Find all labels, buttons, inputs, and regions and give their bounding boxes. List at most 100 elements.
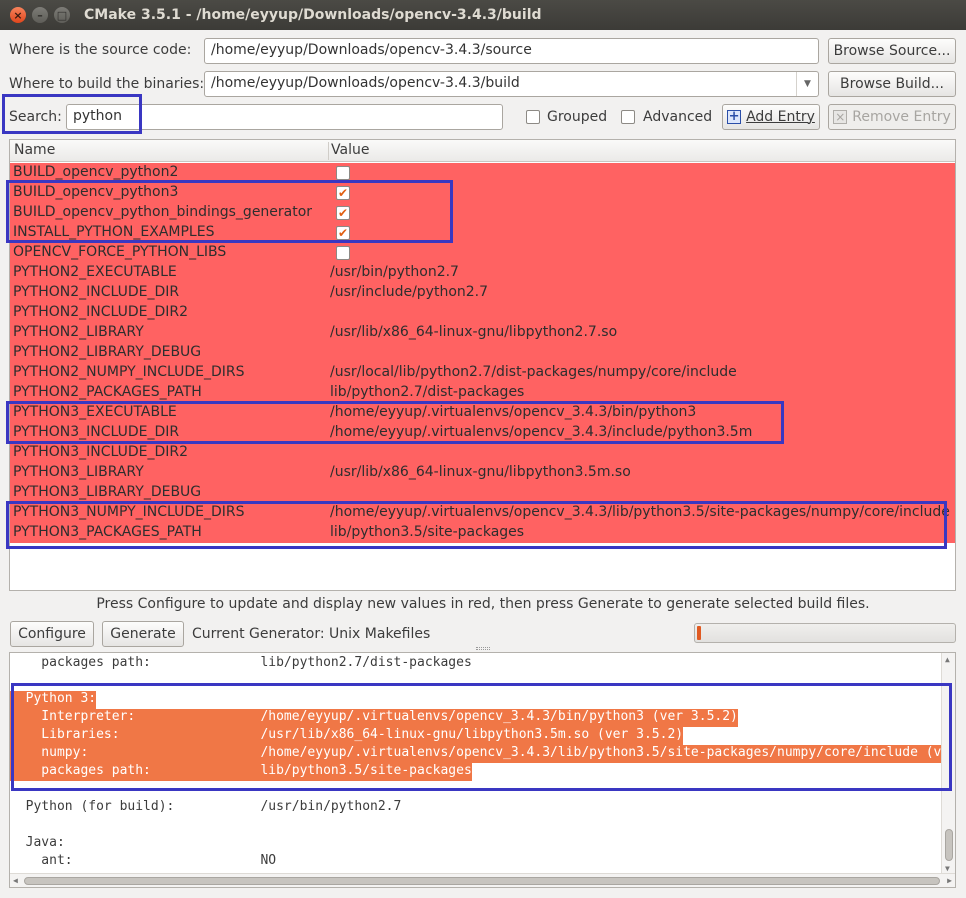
entry-checkbox[interactable] [336,166,350,180]
browse-build-button[interactable]: Browse Build... [828,71,956,97]
table-row[interactable]: PYTHON2_LIBRARY/usr/lib/x86_64-linux-gnu… [10,323,955,343]
scroll-left-icon[interactable]: ◀ [13,876,18,885]
log-line: packages path: lib/python3.5/site-packag… [10,763,472,781]
entry-name: PYTHON3_INCLUDE_DIR2 [13,444,189,460]
log-line: Java: [10,835,65,850]
table-row[interactable]: PYTHON3_PACKAGES_PATH lib/python3.5/site-… [10,523,955,543]
generate-button[interactable]: Generate [102,621,184,647]
horizontal-scroll-thumb[interactable] [24,877,940,885]
table-row[interactable]: PYTHON2_NUMPY_INCLUDE_DIRS/usr/local/lib… [10,363,955,383]
entry-checkbox[interactable]: ✔ [336,206,350,220]
grouped-label: Grouped [547,109,608,125]
entry-value[interactable]: /home/eyyup/.virtualenvs/opencv_3.4.3/in… [330,424,752,440]
remove-entry-label: Remove Entry [852,109,951,125]
entry-value[interactable]: /home/eyyup/.virtualenvs/opencv_3.4.3/bi… [330,404,696,420]
entry-checkbox[interactable] [336,246,350,260]
column-value-header[interactable]: Value [331,142,369,158]
add-entry-label: Add Entry [746,109,815,125]
binaries-path-value: /home/eyyup/Downloads/opencv-3.4.3/build [211,75,520,91]
source-path-input[interactable]: /home/eyyup/Downloads/opencv-3.4.3/sourc… [204,38,819,64]
entry-value[interactable]: /usr/lib/x86_64-linux-gnu/libpython2.7.s… [330,324,617,340]
search-input[interactable]: python [66,104,503,130]
table-row[interactable]: PYTHON2_EXECUTABLE/usr/bin/python2.7 [10,263,955,283]
entry-value[interactable]: lib/python3.5/site-packages [330,524,524,540]
entry-name: PYTHON2_INCLUDE_DIR2 [13,304,189,320]
entry-checkbox[interactable]: ✔ [336,186,350,200]
table-row[interactable]: OPENCV_FORCE_PYTHON_LIBS [10,243,955,263]
table-row[interactable]: PYTHON3_EXECUTABLE/home/eyyup/.virtualen… [10,403,955,423]
entry-name: PYTHON2_PACKAGES_PATH [13,384,202,400]
entry-value[interactable]: /usr/include/python2.7 [330,284,488,300]
close-window-icon[interactable]: × [10,7,26,23]
progress-bar-fill [697,626,701,640]
generate-label: Generate [110,626,176,642]
progress-bar [694,623,956,643]
entry-name: OPENCV_FORCE_PYTHON_LIBS [13,244,227,260]
entry-value[interactable]: /usr/bin/python2.7 [330,264,459,280]
table-header: Name Value [10,140,955,162]
configure-button[interactable]: Configure [10,621,94,647]
table-row[interactable]: INSTALL_PYTHON_EXAMPLES ✔ [10,223,955,243]
entry-name: PYTHON2_LIBRARY [13,324,144,340]
checkmark-icon: ✔ [337,206,349,220]
table-row[interactable]: PYTHON3_INCLUDE_DIR2 [10,443,955,463]
table-row[interactable]: PYTHON3_LIBRARY/usr/lib/x86_64-linux-gnu… [10,463,955,483]
log-line: packages path: lib/python2.7/dist-packag… [10,655,472,670]
add-entry-button[interactable]: + Add Entry [722,104,820,130]
configure-label: Configure [18,626,86,642]
column-name-header[interactable]: Name [14,142,55,158]
table-row[interactable]: PYTHON2_INCLUDE_DIR/usr/include/python2.… [10,283,955,303]
chevron-down-icon[interactable]: ▼ [796,72,818,96]
advanced-checkbox[interactable] [621,110,635,124]
entry-name: PYTHON3_LIBRARY [13,464,144,480]
output-log[interactable]: packages path: lib/python2.7/dist-packag… [9,652,956,888]
log-line: Libraries: /usr/lib/x86_64-linux-gnu/lib… [10,727,684,745]
scroll-down-icon[interactable]: ▼ [945,864,950,873]
table-row[interactable]: PYTHON2_PACKAGES_PATH lib/python2.7/dist-… [10,383,955,403]
maximize-window-icon[interactable]: □ [54,7,70,23]
entry-name: INSTALL_PYTHON_EXAMPLES [13,224,215,240]
table-row[interactable]: BUILD_opencv_python_bindings_generator ✔ [10,203,955,223]
table-row[interactable]: BUILD_opencv_python3 ✔ [10,183,955,203]
entry-value[interactable]: /usr/local/lib/python2.7/dist-packages/n… [330,364,737,380]
window-title: CMake 3.5.1 - /home/eyyup/Downloads/open… [84,7,542,23]
log-line: Python 3: [10,691,97,709]
entry-value[interactable]: lib/python2.7/dist-packages [330,384,524,400]
cache-table: Name Value BUILD_opencv_python2 BUILD_ope… [9,139,956,591]
entry-value[interactable]: /usr/lib/x86_64-linux-gnu/libpython3.5m.… [330,464,631,480]
grouped-checkbox[interactable] [526,110,540,124]
scroll-up-icon[interactable]: ▲ [945,655,950,664]
table-row[interactable]: PYTHON2_INCLUDE_DIR2 [10,303,955,323]
checkmark-icon: ✔ [337,226,349,240]
scroll-right-icon[interactable]: ▶ [947,876,952,885]
entry-name: BUILD_opencv_python3 [13,184,179,200]
table-row[interactable]: PYTHON3_INCLUDE_DIR/home/eyyup/.virtuale… [10,423,955,443]
minimize-window-icon[interactable]: – [32,7,48,23]
binaries-path-combo[interactable]: /home/eyyup/Downloads/opencv-3.4.3/build… [204,71,819,97]
splitter-handle[interactable] [476,647,490,650]
plus-icon: + [727,109,742,124]
entry-checkbox[interactable]: ✔ [336,226,350,240]
status-info-text: Press Configure to update and display ne… [96,596,870,612]
browse-source-button[interactable]: Browse Source... [828,38,956,64]
entry-name: BUILD_opencv_python2 [13,164,179,180]
entry-name: PYTHON2_EXECUTABLE [13,264,177,280]
vertical-scroll-thumb[interactable] [945,829,953,861]
log-line: Python (for build): /usr/bin/python2.7 [10,799,402,814]
table-row[interactable]: PYTHON3_LIBRARY_DEBUG [10,483,955,503]
vertical-scrollbar[interactable]: ▲ ▼ [941,653,955,875]
remove-entry-button[interactable]: × Remove Entry [828,104,956,130]
table-row[interactable]: PYTHON2_LIBRARY_DEBUG [10,343,955,363]
search-label: Search: [9,109,62,125]
log-line: Interpreter: /home/eyyup/.virtualenvs/op… [10,709,738,727]
title-bar: × – □ CMake 3.5.1 - /home/eyyup/Download… [0,0,966,30]
table-row[interactable]: BUILD_opencv_python2 [10,163,955,183]
entry-name: PYTHON3_PACKAGES_PATH [13,524,202,540]
entry-name: PYTHON3_INCLUDE_DIR [13,424,180,440]
horizontal-scrollbar[interactable]: ◀ ▶ [10,873,955,887]
table-row[interactable]: PYTHON3_NUMPY_INCLUDE_DIRS/home/eyyup/.v… [10,503,955,523]
log-line: ant: NO [10,853,277,868]
entry-name: PYTHON2_INCLUDE_DIR [13,284,180,300]
current-generator-text: Current Generator: Unix Makefiles [192,626,431,642]
entry-value[interactable]: /home/eyyup/.virtualenvs/opencv_3.4.3/li… [330,504,950,520]
